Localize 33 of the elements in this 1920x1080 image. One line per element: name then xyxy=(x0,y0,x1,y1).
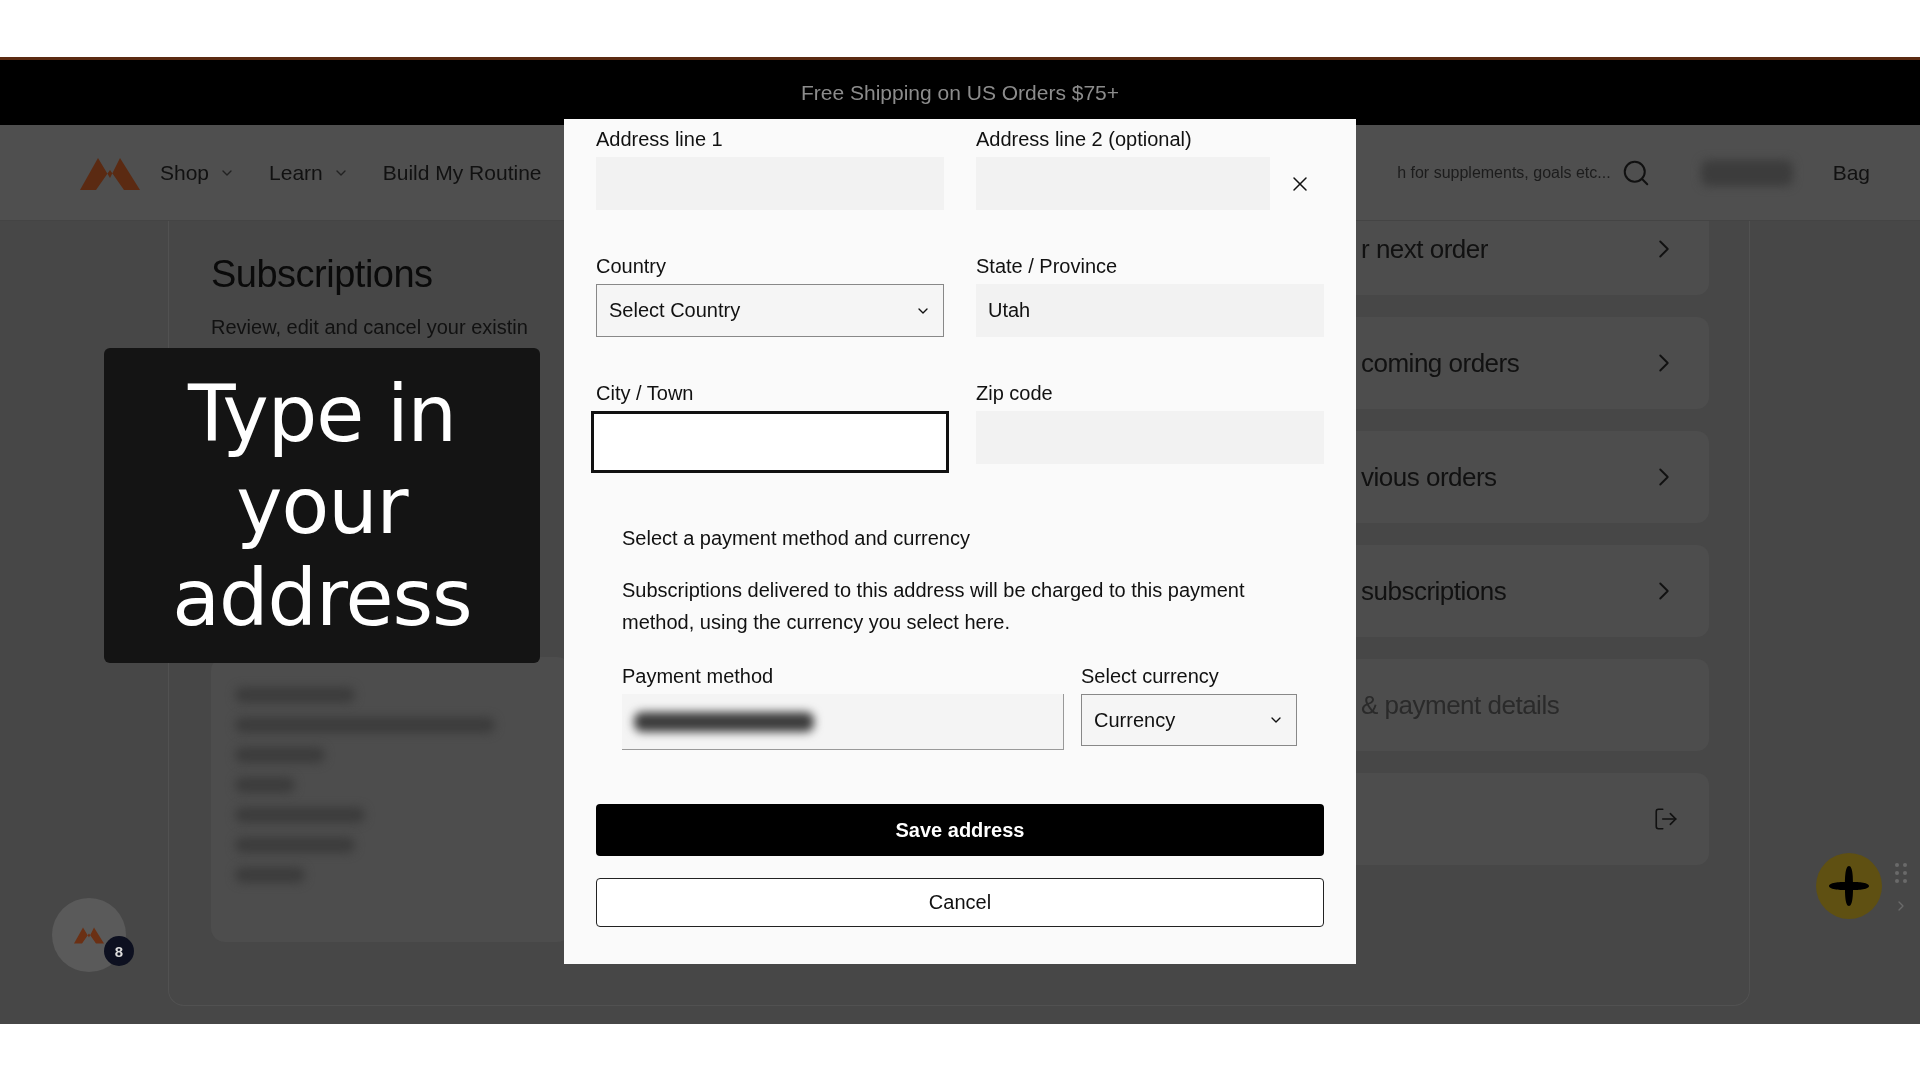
caption-text: Type in your address xyxy=(171,367,473,644)
text-input[interactable] xyxy=(591,411,949,473)
field-label: Zip code xyxy=(976,381,1054,405)
mountain-logo xyxy=(74,926,104,944)
sparkle-icon xyxy=(1827,864,1871,908)
account-menu-item[interactable]: vious orders xyxy=(1355,431,1709,523)
country-select[interactable]: Select Country xyxy=(596,284,944,337)
field-label: Country xyxy=(596,254,668,278)
field-label: Address line 2 (optional) xyxy=(976,127,1193,151)
promo-text: Free Shipping on US Orders $75+ xyxy=(800,80,1120,105)
save-button[interactable]: Save address xyxy=(596,804,1324,856)
logout-icon xyxy=(1653,806,1679,832)
field-label: Address line 1 xyxy=(596,127,724,151)
field-label: City / Town xyxy=(596,381,695,405)
account-menu-item[interactable]: r next order xyxy=(1355,221,1709,295)
account-menu-item[interactable]: coming orders xyxy=(1355,317,1709,409)
field-label: Payment method xyxy=(622,664,775,688)
cancel-button[interactable]: Cancel xyxy=(596,878,1324,927)
page-title: Subscriptions xyxy=(211,253,434,296)
currency-select[interactable]: Currency xyxy=(1081,694,1297,746)
drag-handle-icon[interactable] xyxy=(1894,862,1908,884)
nav-link[interactable]: Build My Routine xyxy=(382,160,542,185)
account-menu-item[interactable]: subscriptions xyxy=(1355,545,1709,637)
logout-item[interactable] xyxy=(1355,773,1709,865)
payment-heading: Select a payment method and currency xyxy=(622,527,971,550)
payment-method-select[interactable] xyxy=(622,694,1064,750)
payment-note: Subscriptions delivered to this address will be charged to this payment method, using the currency you select here. xyxy=(622,578,1246,635)
bag-link[interactable]: Bag xyxy=(1832,160,1870,185)
field-label: State / Province xyxy=(976,254,1119,278)
nav-link[interactable]: Shop xyxy=(160,160,236,185)
field-label: Select currency xyxy=(1081,664,1220,688)
nav-link[interactable]: Learn xyxy=(269,160,349,185)
text-input[interactable]: Utah xyxy=(976,284,1324,337)
